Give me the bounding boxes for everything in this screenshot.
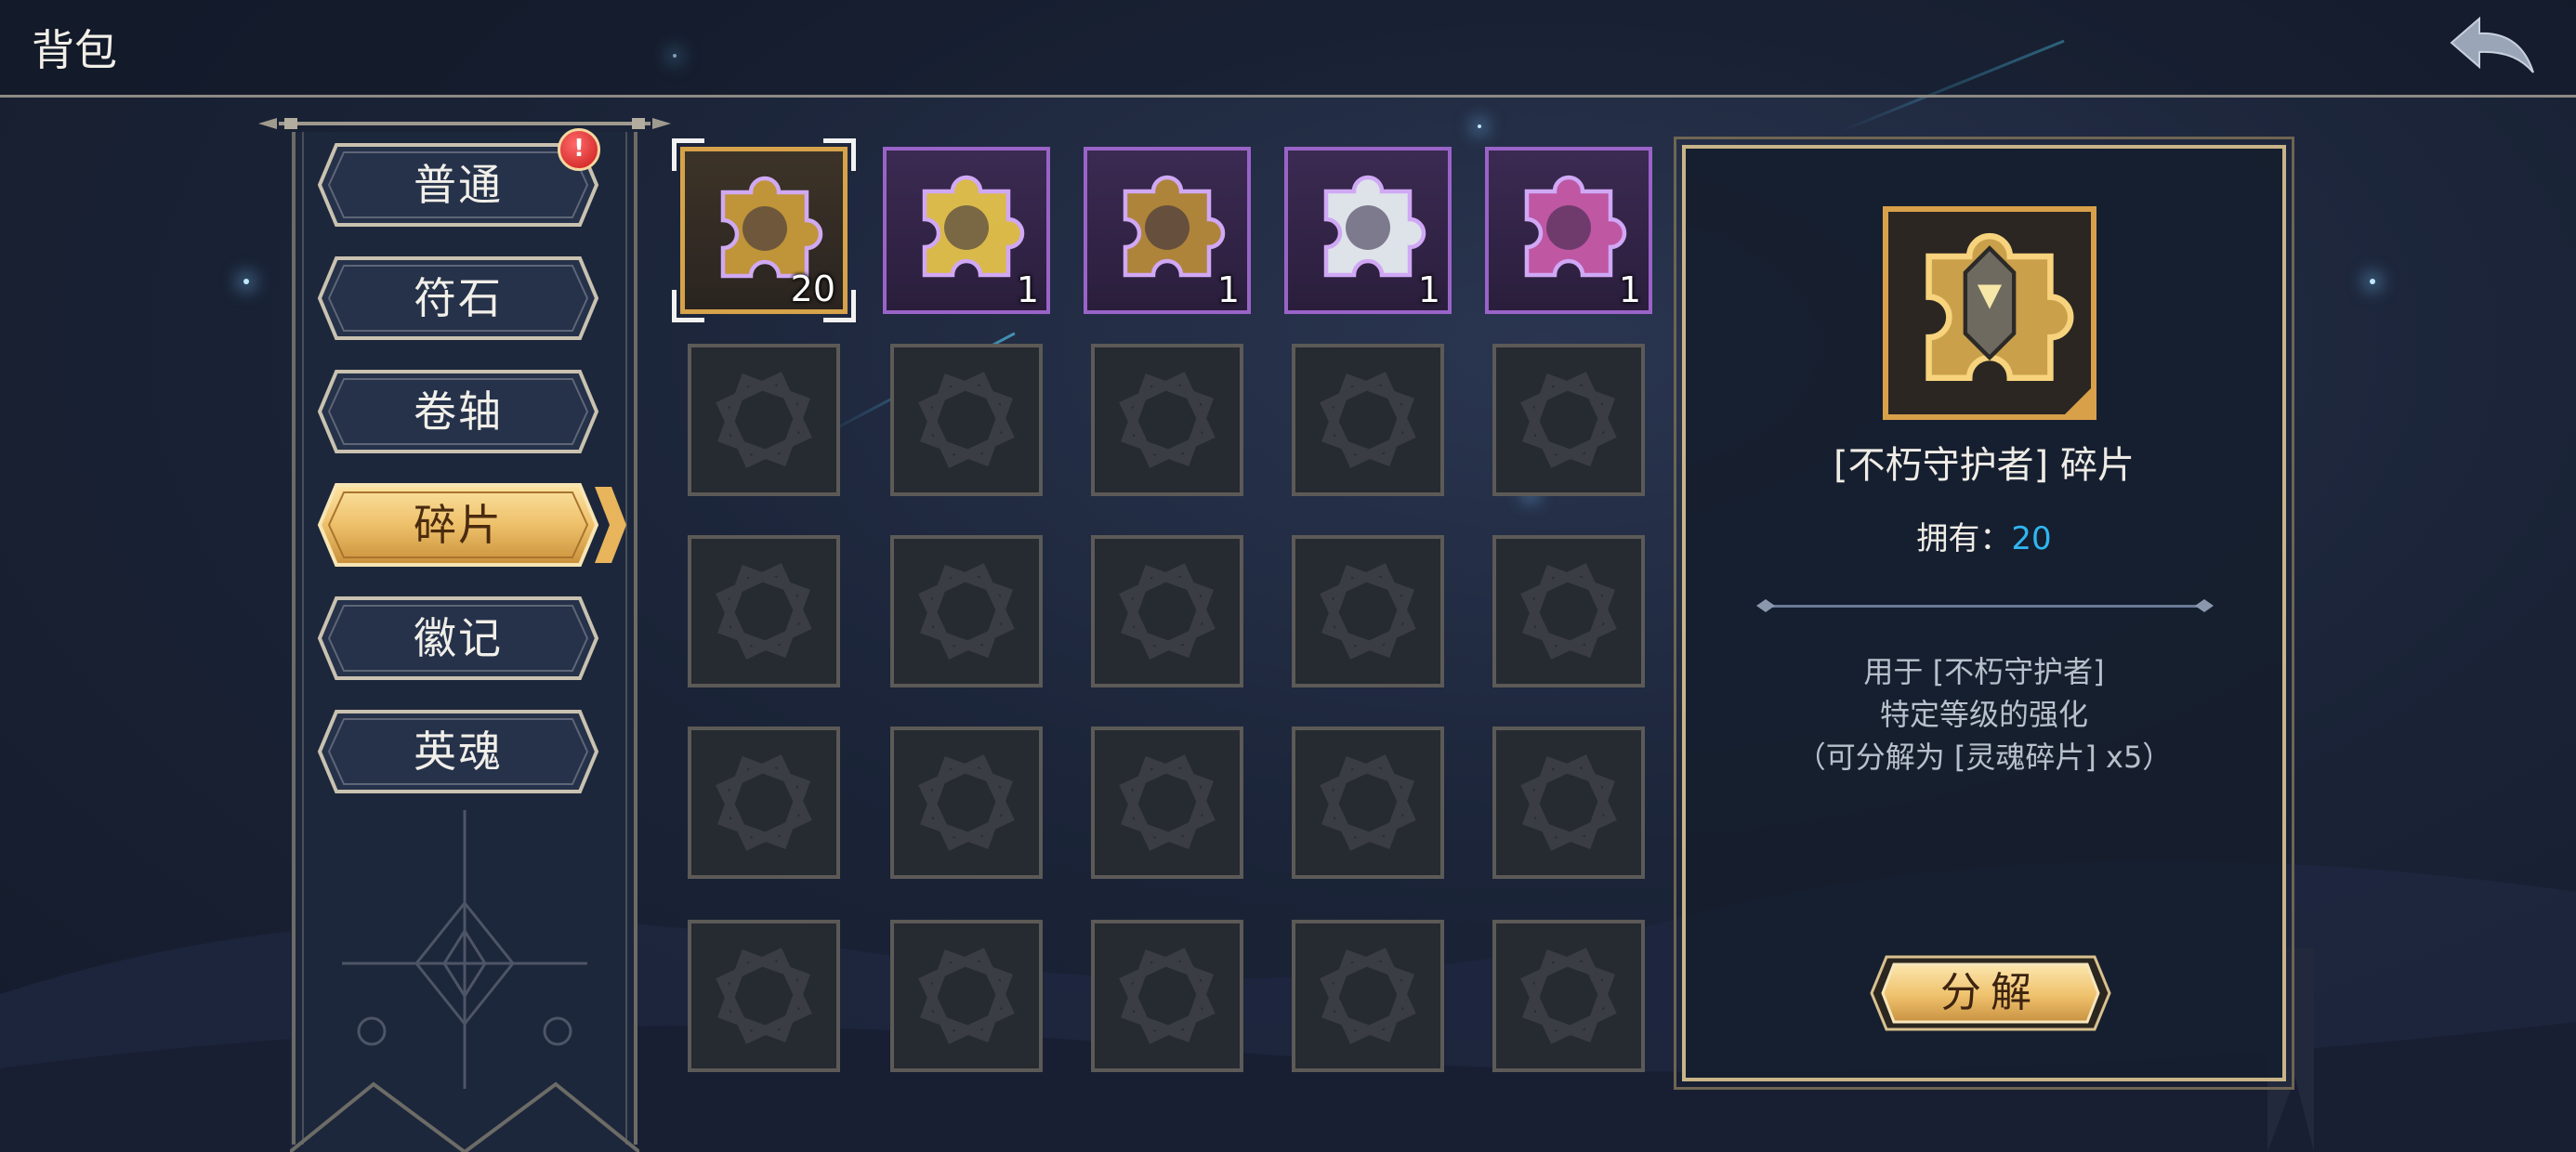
empty-inventory-slot[interactable] <box>1091 535 1243 687</box>
empty-inventory-slot[interactable] <box>1292 535 1444 687</box>
item-count: 1 <box>1216 269 1240 310</box>
empty-inventory-slot[interactable] <box>1091 920 1243 1072</box>
empty-inventory-slot[interactable] <box>1492 344 1645 496</box>
background-star <box>243 279 249 284</box>
empty-slot-emblem-icon <box>918 754 1015 851</box>
background-star <box>1478 124 1481 128</box>
puzzle-piece-icon <box>922 175 1025 278</box>
empty-slot-emblem-icon <box>918 948 1015 1044</box>
back-button[interactable] <box>2446 15 2539 82</box>
empty-inventory-slot[interactable] <box>1492 727 1645 879</box>
empty-slot-emblem-icon <box>1119 754 1216 851</box>
puzzle-piece-icon <box>1123 175 1226 278</box>
empty-inventory-slot[interactable] <box>890 727 1043 879</box>
inventory-item[interactable]: 1 <box>883 147 1050 314</box>
empty-slot-emblem-icon <box>1520 754 1617 851</box>
empty-slot-emblem-icon <box>716 754 812 851</box>
inventory-item[interactable]: 1 <box>1284 147 1452 314</box>
empty-inventory-slot[interactable] <box>1492 535 1645 687</box>
empty-inventory-slot[interactable] <box>688 920 840 1072</box>
item-count: 1 <box>1016 269 1039 310</box>
empty-inventory-slot[interactable] <box>890 920 1043 1072</box>
empty-slot-emblem-icon <box>1119 372 1216 468</box>
back-arrow-icon <box>2450 16 2534 73</box>
detail-item-icon <box>1883 206 2096 420</box>
tab-label: 碎片 <box>414 500 503 550</box>
empty-inventory-slot[interactable] <box>1091 344 1243 496</box>
alert-badge: ! <box>558 128 600 171</box>
tab-label: 徽记 <box>414 613 503 663</box>
empty-slot-emblem-icon <box>1320 563 1416 660</box>
detail-description: 用于 [不朽守护者] 特定等级的强化 （可分解为 [灵魂碎片] x5） <box>1682 650 2286 779</box>
empty-slot-emblem-icon <box>1320 754 1416 851</box>
background-star <box>2370 279 2375 284</box>
tab-fragment[interactable]: 碎片 <box>316 481 626 569</box>
empty-slot-emblem-icon <box>716 372 812 468</box>
item-count: 1 <box>1618 269 1641 310</box>
description-line: （可分解为 [灵魂碎片] x5） <box>1795 740 2173 775</box>
empty-inventory-slot[interactable] <box>1292 727 1444 879</box>
empty-inventory-slot[interactable] <box>688 344 840 496</box>
selection-corner <box>672 138 704 171</box>
empty-slot-emblem-icon <box>918 563 1015 660</box>
empty-slot-emblem-icon <box>1520 563 1617 660</box>
empty-slot-emblem-icon <box>1520 948 1617 1044</box>
empty-inventory-slot[interactable] <box>890 535 1043 687</box>
tab-hero-soul[interactable]: 英魂 <box>316 708 600 795</box>
tab-scroll[interactable]: 卷轴 <box>316 368 600 455</box>
empty-inventory-slot[interactable] <box>688 535 840 687</box>
owned-value: 20 <box>2011 520 2052 557</box>
empty-slot-emblem-icon <box>918 372 1015 468</box>
empty-slot-emblem-icon <box>1320 372 1416 468</box>
selection-corner <box>823 290 856 322</box>
item-count: 1 <box>1417 269 1440 310</box>
empty-inventory-slot[interactable] <box>688 727 840 879</box>
decompose-label: 分解 <box>1940 969 2041 1016</box>
owned-count: 拥有：20 <box>1682 513 2286 558</box>
empty-slot-emblem-icon <box>1119 563 1216 660</box>
empty-inventory-slot[interactable] <box>1091 727 1243 879</box>
panel-divider <box>1756 599 2214 612</box>
selection-corner <box>672 290 704 322</box>
tab-label: 卷轴 <box>414 386 503 437</box>
detail-item-name: [不朽守护者] 碎片 <box>1833 444 2135 487</box>
empty-slot-emblem-icon <box>1520 372 1617 468</box>
inventory-item[interactable]: 1 <box>1084 147 1251 314</box>
tab-runestone[interactable]: 符石 <box>316 255 600 342</box>
empty-slot-emblem-icon <box>1119 948 1216 1044</box>
tab-emblem[interactable]: 徽记 <box>316 595 600 682</box>
empty-inventory-slot[interactable] <box>1492 920 1645 1072</box>
inventory-item[interactable]: 20 <box>672 138 856 322</box>
top-bar: 背包 <box>0 0 2576 98</box>
empty-inventory-slot[interactable] <box>1292 920 1444 1072</box>
tab-label: 符石 <box>414 273 503 323</box>
tab-label: 英魂 <box>414 727 503 777</box>
description-line: 用于 [不朽守护者] <box>1863 654 2105 689</box>
empty-slot-emblem-icon <box>716 563 812 660</box>
puzzle-piece-icon <box>1323 175 1426 278</box>
empty-slot-emblem-icon <box>1320 948 1416 1044</box>
empty-slot-emblem-icon <box>716 948 812 1044</box>
owned-label: 拥有： <box>1916 520 2012 557</box>
selection-corner <box>823 138 856 171</box>
empty-inventory-slot[interactable] <box>1292 344 1444 496</box>
description-line: 特定等级的强化 <box>1879 697 2088 732</box>
puzzle-piece-icon <box>1524 175 1627 278</box>
inventory-item[interactable]: 1 <box>1485 147 1652 314</box>
empty-inventory-slot[interactable] <box>890 344 1043 496</box>
decompose-button[interactable]: 分解 <box>1862 949 2119 1037</box>
page-title: 背包 <box>32 25 117 75</box>
corner-flag-icon <box>2059 383 2096 420</box>
